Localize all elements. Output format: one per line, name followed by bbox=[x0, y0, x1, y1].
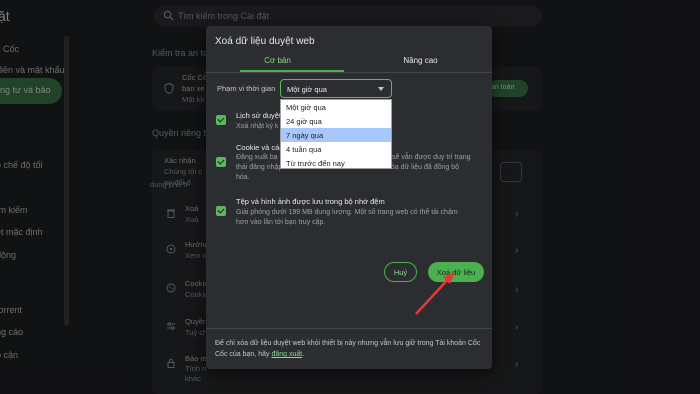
cache-desc-1: Giải phóng dưới 199 MB dung lượng. Một s… bbox=[236, 209, 458, 216]
history-title: Lịch sử duyệt bbox=[236, 111, 282, 120]
option-all-time[interactable]: Từ trước đến nay bbox=[281, 156, 391, 170]
footer-divider bbox=[206, 328, 492, 329]
time-range-label: Phạm vi thời gian bbox=[217, 84, 276, 93]
cookies-title: Cookie và các bbox=[236, 143, 284, 152]
history-checkbox[interactable] bbox=[216, 115, 226, 125]
option-4-weeks[interactable]: 4 tuần qua bbox=[281, 142, 391, 156]
tab-divider bbox=[206, 72, 492, 73]
cache-title: Tệp và hình ảnh được lưu trong bộ nhớ đệ… bbox=[236, 197, 385, 206]
time-range-select[interactable]: Một giờ qua bbox=[280, 79, 392, 98]
sign-out-link[interactable]: đăng xuất bbox=[271, 351, 302, 358]
cookies-desc-3: hóa. bbox=[236, 174, 250, 181]
cookies-desc-1b: sẽ vẫn được duy trì trạng bbox=[392, 154, 471, 161]
history-desc: Xoá nhật ký k bbox=[236, 123, 279, 130]
option-last-hour[interactable]: Một giờ qua bbox=[281, 100, 391, 114]
option-7-days[interactable]: 7 ngày qua bbox=[281, 128, 391, 142]
cancel-button[interactable]: Huỷ bbox=[384, 262, 417, 282]
clear-data-button[interactable]: Xoá dữ liệu bbox=[428, 262, 484, 282]
time-range-dropdown: Một giờ qua 24 giờ qua 7 ngày qua 4 tuần… bbox=[280, 99, 392, 169]
time-range-value: Một giờ qua bbox=[287, 85, 327, 94]
dropdown-arrow-icon bbox=[378, 87, 384, 91]
tab-advanced[interactable]: Nâng cao bbox=[349, 56, 492, 72]
footer-text: Để chỉ xóa dữ liệu duyệt web khỏi thiết … bbox=[215, 340, 481, 358]
cookies-checkbox[interactable] bbox=[216, 157, 226, 167]
cookies-desc-1: Đăng xuất bạ bbox=[236, 154, 278, 161]
footer-note: Để chỉ xóa dữ liệu duyệt web khỏi thiết … bbox=[215, 338, 483, 360]
clear-browsing-data-dialog: Xoá dữ liệu duyệt web Cơ bản Nâng cao Ph… bbox=[206, 26, 492, 369]
option-24-hours[interactable]: 24 giờ qua bbox=[281, 114, 391, 128]
footer-end: . bbox=[302, 351, 305, 358]
dialog-title: Xoá dữ liệu duyệt web bbox=[215, 36, 315, 47]
cache-desc-2: hơn vào lần tới bạn truy cập. bbox=[236, 219, 326, 226]
cache-checkbox[interactable] bbox=[216, 206, 226, 216]
